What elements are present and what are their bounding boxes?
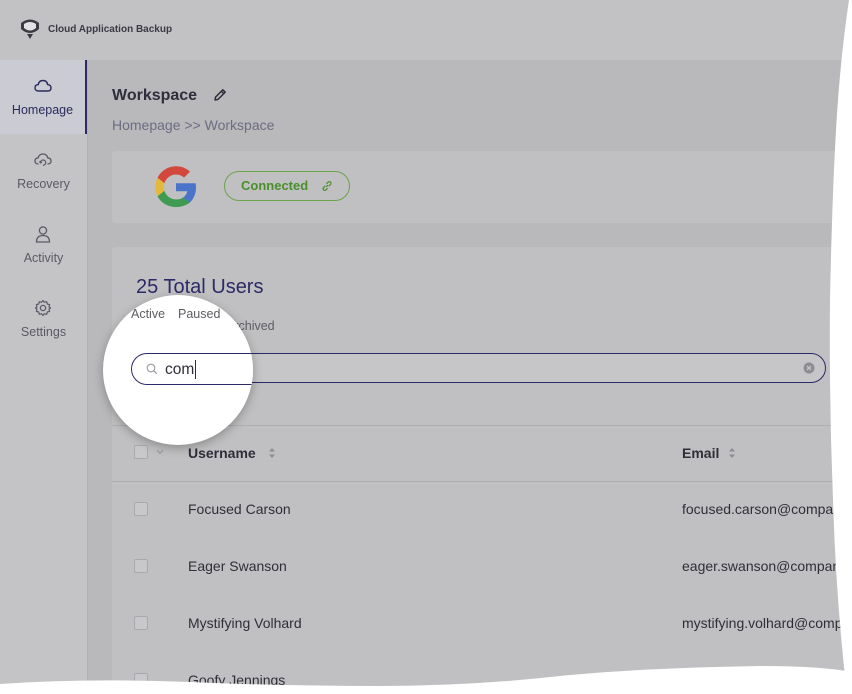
username-cell: Mystifying Volhard <box>188 615 302 631</box>
sidebar-item-recovery[interactable]: Recovery <box>0 134 87 208</box>
sidebar-item-activity[interactable]: Activity <box>0 208 87 282</box>
magnified-content: Active Paused <box>103 295 253 445</box>
table-row[interactable]: Mystifying Volhard mystifying.volhard@co… <box>112 595 852 652</box>
breadcrumb[interactable]: Homepage >> Workspace <box>112 117 274 133</box>
table-row[interactable]: Focused Carson focused.carson@company <box>112 481 852 538</box>
app-window: Cloud Application Backup Homepage Recove… <box>0 0 852 694</box>
sort-icon[interactable] <box>728 446 736 460</box>
select-all-checkbox[interactable] <box>134 445 148 459</box>
link-icon <box>322 181 332 191</box>
google-g-icon <box>155 166 196 207</box>
sidebar-item-homepage[interactable]: Homepage <box>0 60 87 134</box>
app-logo-icon <box>21 19 39 39</box>
row-checkbox[interactable] <box>134 673 148 687</box>
sidebar-item-label: Activity <box>23 251 64 265</box>
sidebar-item-label: Recovery <box>17 177 70 191</box>
integration-card: Connected <box>112 151 852 223</box>
email-cell: mystifying.volhard@comp <box>682 615 843 631</box>
row-checkbox[interactable] <box>134 616 148 630</box>
search-input[interactable] <box>165 360 253 380</box>
row-checkbox[interactable] <box>134 502 148 516</box>
filter-dropdown-edge[interactable] <box>842 360 849 380</box>
top-bar: Cloud Application Backup <box>0 0 852 60</box>
sidebar-item-settings[interactable]: Settings <box>0 282 87 356</box>
tab-active[interactable]: Active <box>131 307 165 321</box>
search-icon <box>146 363 158 375</box>
email-cell: eager.swanson@company <box>682 558 848 574</box>
table-row[interactable]: Goofy Jennings goofy.jennings@compan <box>112 652 852 694</box>
clear-search-icon[interactable] <box>803 362 815 374</box>
username-cell: Eager Swanson <box>188 558 287 574</box>
text-cursor <box>195 360 196 379</box>
username-cell: Goofy Jennings <box>188 672 286 688</box>
app-title: Cloud Application Backup <box>48 24 173 35</box>
magnifier-spotlight: Active Paused <box>103 295 253 445</box>
sidebar-item-label: Settings <box>20 325 67 339</box>
cloud-refresh-icon <box>34 153 52 166</box>
table-row[interactable]: Eager Swanson eager.swanson@company <box>112 538 852 595</box>
row-checkbox[interactable] <box>134 559 148 573</box>
email-cell: goofy.jennings@compan <box>682 672 836 688</box>
email-cell: focused.carson@company <box>682 501 848 517</box>
cloud-icon <box>34 79 52 92</box>
tab-paused[interactable]: Paused <box>178 307 220 321</box>
search-field[interactable] <box>131 353 253 385</box>
gear-icon <box>34 299 52 317</box>
connection-status-label: Connected <box>241 178 309 193</box>
column-header-email[interactable]: Email <box>682 445 719 461</box>
connection-status-badge[interactable]: Connected <box>224 171 350 201</box>
column-header-username[interactable]: Username <box>188 445 256 461</box>
sort-icon[interactable] <box>268 446 276 460</box>
sidebar-item-label: Homepage <box>11 103 74 117</box>
page-title: Workspace <box>112 87 198 104</box>
username-cell: Focused Carson <box>188 501 291 517</box>
chevron-down-icon[interactable] <box>156 449 164 455</box>
sidebar: Homepage Recovery Activity Settings <box>0 60 88 694</box>
user-icon <box>35 226 51 243</box>
pencil-icon[interactable] <box>213 88 227 102</box>
